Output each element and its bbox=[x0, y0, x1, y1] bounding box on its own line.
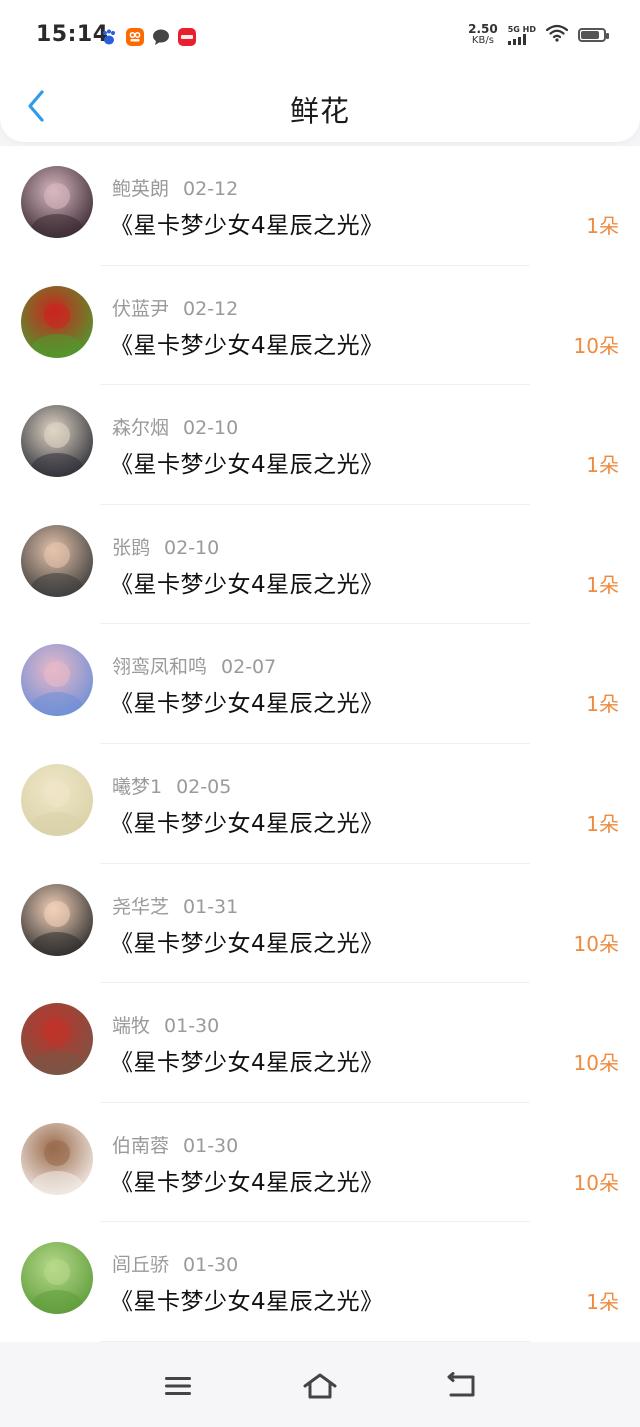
battery-level bbox=[581, 31, 599, 39]
record-meta: 尧华芝 01-31 bbox=[112, 892, 238, 919]
record-date: 02-05 bbox=[176, 775, 232, 798]
book-title[interactable]: 《星卡梦少女4星辰之光》 bbox=[110, 1043, 384, 1077]
user-name[interactable]: 森尔烟 bbox=[112, 417, 169, 439]
list-item[interactable]: 翎鸾凤和鸣 02-07 《星卡梦少女4星辰之光》 1朵 bbox=[0, 624, 640, 744]
user-avatar[interactable] bbox=[21, 883, 93, 956]
menu-button[interactable] bbox=[158, 1370, 198, 1402]
list-item[interactable]: 端牧 01-30 《星卡梦少女4星辰之光》 10朵 bbox=[0, 983, 640, 1103]
user-name[interactable]: 尧华芝 bbox=[112, 896, 169, 918]
book-title[interactable]: 《星卡梦少女4星辰之光》 bbox=[110, 684, 384, 718]
record-meta: 森尔烟 02-10 bbox=[112, 413, 238, 440]
flower-count: 10朵 bbox=[573, 1051, 619, 1076]
user-name[interactable]: 翎鸾凤和鸣 bbox=[112, 656, 207, 678]
return-button[interactable] bbox=[442, 1370, 482, 1402]
record-meta: 翎鸾凤和鸣 02-07 bbox=[112, 652, 276, 679]
book-title[interactable]: 《星卡梦少女4星辰之光》 bbox=[110, 565, 384, 599]
network-speed: 2.50 KB/s bbox=[468, 22, 498, 46]
book-title[interactable]: 《星卡梦少女4星辰之光》 bbox=[110, 445, 384, 479]
record-meta: 伯南蓉 01-30 bbox=[112, 1131, 238, 1158]
book-title[interactable]: 《星卡梦少女4星辰之光》 bbox=[110, 804, 384, 838]
red-app-icon bbox=[178, 28, 196, 46]
user-name[interactable]: 端牧 bbox=[112, 1015, 150, 1037]
status-app-icons bbox=[100, 28, 196, 46]
record-date: 01-30 bbox=[164, 1015, 220, 1038]
user-name[interactable]: 伏蓝尹 bbox=[112, 298, 169, 320]
flower-record-list[interactable]: 鲍英朗 02-12 《星卡梦少女4星辰之光》 1朵 伏蓝尹 02-12 《星卡梦少女4星辰之… bbox=[0, 146, 640, 1342]
record-date: 01-31 bbox=[183, 895, 239, 918]
user-avatar[interactable] bbox=[21, 644, 93, 717]
status-bar: 15:14 2.50 KB/s 5G HD bbox=[0, 0, 640, 70]
list-item[interactable]: 闾丘骄 01-30 《星卡梦少女4星辰之光》 1朵 bbox=[0, 1222, 640, 1342]
page-title: 鲜花 bbox=[289, 94, 350, 128]
record-date: 02-10 bbox=[164, 536, 220, 559]
status-time: 15:14 bbox=[36, 22, 109, 47]
system-nav-bar bbox=[0, 1342, 640, 1427]
home-icon bbox=[303, 1373, 337, 1399]
user-avatar[interactable] bbox=[21, 1242, 93, 1315]
user-avatar[interactable] bbox=[21, 1003, 93, 1076]
user-avatar[interactable] bbox=[21, 285, 93, 358]
record-date: 01-30 bbox=[183, 1254, 239, 1277]
home-button[interactable] bbox=[300, 1370, 340, 1402]
chat-bubble-icon bbox=[152, 28, 170, 46]
user-avatar[interactable] bbox=[21, 1122, 93, 1195]
baidu-paw-icon bbox=[100, 28, 118, 46]
record-date: 02-12 bbox=[183, 297, 239, 320]
wifi-icon bbox=[545, 24, 569, 46]
signal-bars-icon bbox=[507, 34, 526, 45]
network-type: 5G HD bbox=[507, 25, 536, 34]
user-name[interactable]: 伯南蓉 bbox=[112, 1135, 169, 1157]
book-title[interactable]: 《星卡梦少女4星辰之光》 bbox=[110, 924, 384, 958]
record-date: 02-07 bbox=[221, 656, 277, 679]
list-item[interactable]: 森尔烟 02-10 《星卡梦少女4星辰之光》 1朵 bbox=[0, 385, 640, 505]
record-meta: 闾丘骄 01-30 bbox=[112, 1250, 238, 1277]
menu-icon bbox=[165, 1377, 191, 1395]
flower-count: 1朵 bbox=[586, 214, 619, 238]
list-item[interactable]: 张鹍 02-10 《星卡梦少女4星辰之光》 1朵 bbox=[0, 505, 640, 625]
flower-count: 1朵 bbox=[586, 1290, 619, 1315]
user-name[interactable]: 张鹍 bbox=[112, 537, 150, 559]
status-indicators: 2.50 KB/s 5G HD bbox=[468, 22, 609, 46]
orange-app-icon bbox=[126, 28, 144, 46]
record-meta: 伏蓝尹 02-12 bbox=[112, 294, 238, 321]
top-app-bar: 鲜花 bbox=[0, 70, 640, 142]
flower-count: 1朵 bbox=[586, 692, 619, 717]
flower-count: 10朵 bbox=[573, 333, 619, 358]
flower-count: 1朵 bbox=[586, 453, 619, 478]
flower-count: 10朵 bbox=[573, 931, 619, 956]
user-name[interactable]: 鲍英朗 bbox=[112, 178, 169, 200]
flower-count: 1朵 bbox=[586, 572, 619, 597]
record-meta: 鲍英朗 02-12 bbox=[112, 174, 238, 201]
list-item[interactable]: 伏蓝尹 02-12 《星卡梦少女4星辰之光》 10朵 bbox=[0, 266, 640, 386]
list-item[interactable]: 鲍英朗 02-12 《星卡梦少女4星辰之光》 1朵 bbox=[0, 146, 640, 266]
book-title[interactable]: 《星卡梦少女4星辰之光》 bbox=[110, 206, 384, 240]
flower-count: 10朵 bbox=[573, 1170, 619, 1195]
record-meta: 曦梦1 02-05 bbox=[112, 772, 231, 799]
user-avatar[interactable] bbox=[21, 524, 93, 597]
record-date: 01-30 bbox=[183, 1134, 239, 1157]
flower-count: 1朵 bbox=[586, 811, 619, 836]
user-name[interactable]: 闾丘骄 bbox=[112, 1254, 169, 1276]
user-avatar[interactable] bbox=[21, 405, 93, 478]
speed-unit: KB/s bbox=[471, 35, 494, 46]
signal-indicator: 5G HD bbox=[507, 25, 536, 45]
back-icon bbox=[447, 1372, 475, 1397]
user-name[interactable]: 曦梦1 bbox=[112, 776, 162, 798]
book-title[interactable]: 《星卡梦少女4星辰之光》 bbox=[110, 1163, 384, 1197]
book-title[interactable]: 《星卡梦少女4星辰之光》 bbox=[110, 326, 384, 360]
battery-icon bbox=[578, 28, 609, 42]
user-avatar[interactable] bbox=[21, 166, 93, 238]
record-date: 02-10 bbox=[183, 417, 239, 440]
list-item[interactable]: 伯南蓉 01-30 《星卡梦少女4星辰之光》 10朵 bbox=[0, 1103, 640, 1223]
record-meta: 端牧 01-30 bbox=[112, 1011, 219, 1038]
record-date: 02-12 bbox=[183, 178, 239, 200]
record-meta: 张鹍 02-10 bbox=[112, 533, 219, 560]
book-title[interactable]: 《星卡梦少女4星辰之光》 bbox=[110, 1282, 384, 1316]
speed-value: 2.50 bbox=[468, 22, 498, 36]
user-avatar[interactable] bbox=[21, 763, 93, 836]
list-item[interactable]: 曦梦1 02-05 《星卡梦少女4星辰之光》 1朵 bbox=[0, 744, 640, 864]
list-item[interactable]: 尧华芝 01-31 《星卡梦少女4星辰之光》 10朵 bbox=[0, 864, 640, 984]
